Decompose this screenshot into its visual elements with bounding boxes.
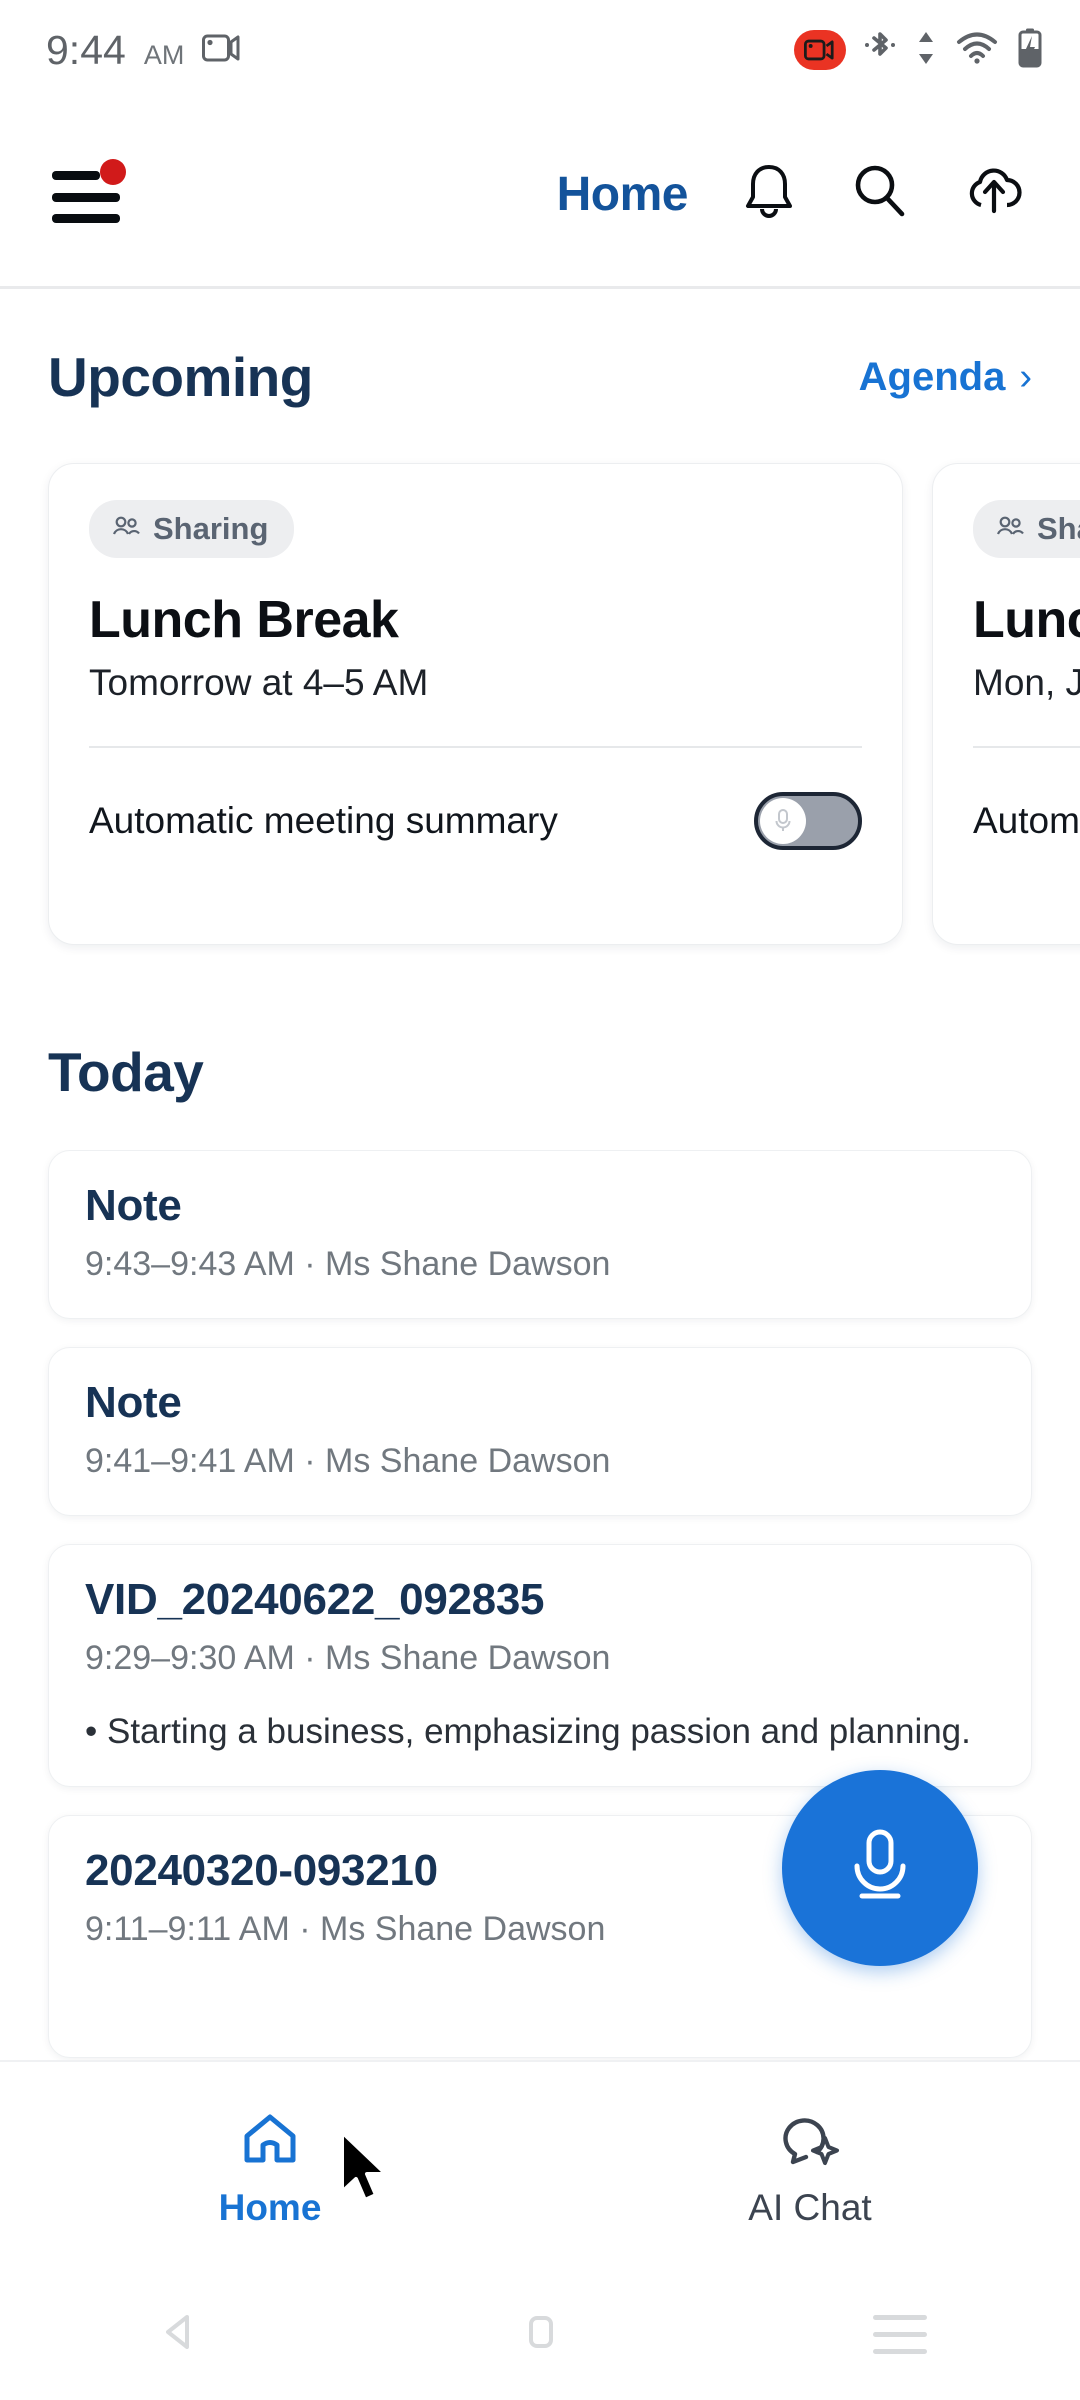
status-bar-left: 9:44 AM xyxy=(46,27,242,74)
app-bar: Home xyxy=(0,100,1080,288)
app-bar-divider xyxy=(0,286,1080,289)
event-card[interactable]: Sharing Lunch Break Tomorrow at 4–5 AM A… xyxy=(48,463,903,945)
screen-record-icon xyxy=(202,32,242,69)
phone-screen: 9:44 AM Home Upcoming Agenda › Sharing L… xyxy=(0,0,1080,2400)
event-card[interactable]: Sharing Lunch Break Mon, Jun 24 Automati… xyxy=(932,463,1080,945)
wifi-icon xyxy=(955,30,999,71)
auto-summary-row: Automatic meeting summary xyxy=(89,792,862,850)
event-title: Lunch Break xyxy=(973,591,1080,649)
status-bar: 9:44 AM xyxy=(0,0,1080,100)
auto-summary-label: Automatic meeting summary xyxy=(89,800,558,841)
sharing-chip: Sharing xyxy=(973,500,1080,558)
record-fab-button[interactable] xyxy=(782,1770,978,1966)
upcoming-title: Upcoming xyxy=(48,346,313,408)
list-item-summary xyxy=(85,1983,995,2023)
nav-item-ai-chat[interactable]: AI Chat xyxy=(540,2102,1080,2229)
chevron-right-icon: › xyxy=(1019,355,1032,398)
page-title: Home xyxy=(556,167,689,221)
auto-summary-toggle[interactable] xyxy=(754,792,862,850)
list-item-meta: 9:43–9:43 AM · Ms Shane Dawson xyxy=(85,1245,611,1283)
card-divider xyxy=(973,746,1080,748)
event-title: Lunch Break xyxy=(89,591,399,649)
notification-dot xyxy=(100,159,126,185)
home-square-icon[interactable] xyxy=(513,2305,567,2364)
status-bar-right xyxy=(794,27,1044,74)
agenda-link[interactable]: Agenda › xyxy=(859,355,1032,400)
data-transfer-icon xyxy=(914,28,938,73)
search-icon[interactable] xyxy=(850,161,910,228)
microphone-icon xyxy=(854,1829,906,1899)
people-icon xyxy=(111,511,141,547)
hamburger-menu-icon[interactable] xyxy=(52,159,126,223)
auto-summary-row: Automatic meeting summary xyxy=(973,792,1080,850)
recents-icon[interactable] xyxy=(873,2314,927,2354)
list-item[interactable]: Note 9:41–9:41 AM · Ms Shane Dawson xyxy=(48,1347,1032,1516)
nav-item-label: Home xyxy=(218,2186,322,2228)
agenda-label: Agenda xyxy=(858,354,1006,399)
bottom-navigation: Home AI Chat xyxy=(0,2060,1080,2268)
auto-summary-label: Automatic meeting summary xyxy=(973,800,1080,841)
event-subtitle: Tomorrow at 4–5 AM xyxy=(89,662,429,703)
event-subtitle: Mon, Jun 24 xyxy=(973,662,1080,703)
sharing-chip: Sharing xyxy=(89,500,295,558)
android-system-nav xyxy=(0,2268,1080,2400)
list-item-meta: 9:29–9:30 AM · Ms Shane Dawson xyxy=(85,1639,611,1677)
screen-record-badge-icon xyxy=(794,30,846,70)
ai-chat-icon xyxy=(779,2110,841,2173)
today-section-header: Today xyxy=(0,1040,1080,1104)
microphone-icon xyxy=(775,809,791,831)
upcoming-section-header: Upcoming Agenda › xyxy=(0,345,1080,409)
sharing-chip-label: Sharing xyxy=(153,511,269,546)
bluetooth-icon xyxy=(863,28,897,73)
list-item[interactable]: VID_20240622_092835 9:29–9:30 AM · Ms Sh… xyxy=(48,1544,1032,1787)
list-item-title: Note xyxy=(85,1181,182,1230)
today-title: Today xyxy=(48,1041,204,1103)
people-icon xyxy=(995,511,1025,547)
list-item-title: Note xyxy=(85,1378,182,1427)
home-icon xyxy=(239,2110,301,2173)
status-bar-clock: 9:44 xyxy=(46,26,126,73)
list-item-summary: • Starting a business, emphasizing passi… xyxy=(85,1712,971,1751)
nav-item-home[interactable]: Home xyxy=(0,2102,540,2229)
list-item-title: VID_20240622_092835 xyxy=(85,1575,545,1624)
app-bar-actions: Home xyxy=(557,161,1080,228)
upcoming-card-rail[interactable]: Sharing Lunch Break Tomorrow at 4–5 AM A… xyxy=(0,455,1080,955)
battery-charging-icon xyxy=(1016,27,1044,74)
cloud-upload-icon[interactable] xyxy=(962,161,1026,228)
sharing-chip-label: Sharing xyxy=(1037,511,1080,546)
list-item[interactable]: Note 9:43–9:43 AM · Ms Shane Dawson xyxy=(48,1150,1032,1319)
list-item-meta: 9:41–9:41 AM · Ms Shane Dawson xyxy=(85,1442,611,1480)
back-triangle-icon[interactable] xyxy=(153,2305,207,2364)
status-bar-ampm: AM xyxy=(143,39,185,70)
nav-item-label: AI Chat xyxy=(748,2186,872,2228)
card-divider xyxy=(89,746,862,748)
toggle-knob xyxy=(760,798,806,844)
bell-icon[interactable] xyxy=(740,161,798,228)
